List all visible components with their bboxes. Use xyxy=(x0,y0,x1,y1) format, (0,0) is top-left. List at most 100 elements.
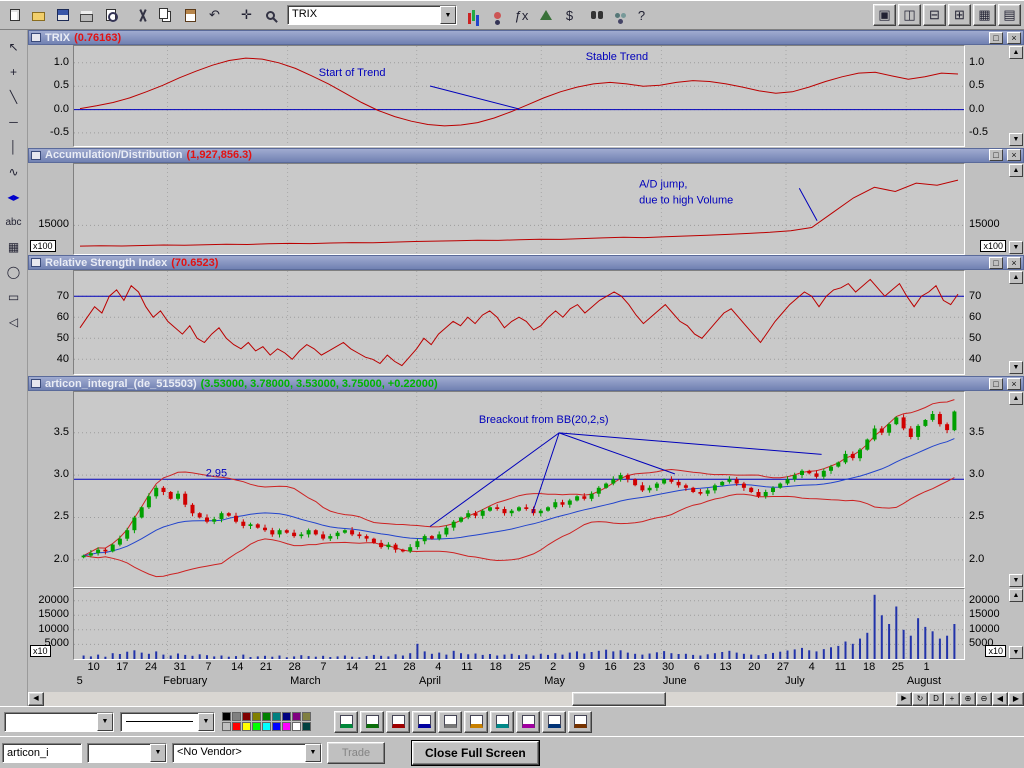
community-button[interactable] xyxy=(606,4,629,26)
zoom-in-button[interactable]: ⊕ xyxy=(960,692,976,706)
rectangle-tool[interactable]: ▭ xyxy=(2,286,26,308)
color-swatch[interactable] xyxy=(282,722,291,731)
tile-vertical-button[interactable]: ◫ xyxy=(898,4,921,26)
style-dropdown[interactable]: ▼ xyxy=(4,712,114,732)
pane-scroll-buttons[interactable]: ◂▸ xyxy=(2,186,26,208)
indicator-properties-button[interactable] xyxy=(462,4,485,26)
print-preview-button[interactable] xyxy=(99,4,122,26)
pane-scroll-down-button[interactable]: ▼ xyxy=(1009,646,1023,659)
copy-button[interactable] xyxy=(155,4,178,26)
notes-button[interactable] xyxy=(516,711,540,733)
pane-scroll-up-button[interactable]: ▲ xyxy=(1009,589,1023,602)
save-picture-button[interactable] xyxy=(438,711,462,733)
zoom-button[interactable] xyxy=(259,4,282,26)
zigzag-tool[interactable]: ∿ xyxy=(2,161,26,183)
color-swatch[interactable] xyxy=(302,712,311,721)
print-report-button[interactable] xyxy=(386,711,410,733)
pointer-tool[interactable]: ↖ xyxy=(2,36,26,58)
color-swatch[interactable] xyxy=(232,722,241,731)
indicator-dropdown[interactable]: TRIX ▼ xyxy=(287,5,457,25)
pane-scroll-down-button[interactable]: ▼ xyxy=(1009,133,1023,146)
line-style-dropdown[interactable]: ▼ xyxy=(120,712,215,732)
paste-button[interactable] xyxy=(179,4,202,26)
scrollbar-thumb[interactable] xyxy=(572,692,666,706)
ellipse-tool[interactable]: ◯ xyxy=(2,261,26,283)
chevron-down-icon[interactable]: ▼ xyxy=(198,713,214,731)
chevron-down-icon[interactable]: ▼ xyxy=(150,744,166,762)
color-swatch[interactable] xyxy=(292,712,301,721)
crosshair-mode-button[interactable]: + xyxy=(944,692,960,706)
color-swatch[interactable] xyxy=(242,712,251,721)
pane-scroll-down-button[interactable]: ▼ xyxy=(1009,574,1023,587)
pane-scroll-down-button[interactable]: ▼ xyxy=(1009,241,1023,254)
panel-close-button[interactable]: × xyxy=(1007,257,1021,269)
trix-chart[interactable]: Start of TrendStable Trend xyxy=(73,45,965,147)
color-swatch[interactable] xyxy=(272,722,281,731)
pane-scroll-up-button[interactable]: ▲ xyxy=(1009,46,1023,59)
close-full-screen-button[interactable]: Close Full Screen xyxy=(412,741,539,765)
panel-maximize-button[interactable]: □ xyxy=(989,378,1003,390)
color-swatch[interactable] xyxy=(222,722,231,731)
zoom-out-button[interactable]: ⊖ xyxy=(976,692,992,706)
price-chart[interactable]: 2.95Breackout from BB(20,2,s) xyxy=(73,391,965,588)
copy-chart-button[interactable] xyxy=(412,711,436,733)
interval-daily-button[interactable]: D xyxy=(928,692,944,706)
chevron-down-icon[interactable]: ▼ xyxy=(97,713,113,731)
publish-web-button[interactable] xyxy=(334,711,358,733)
save-button[interactable] xyxy=(51,4,74,26)
color-swatch[interactable] xyxy=(242,722,251,731)
pane-scroll-up-button[interactable]: ▲ xyxy=(1009,271,1023,284)
trade-button[interactable]: Trade xyxy=(327,742,385,764)
panel-maximize-button[interactable]: □ xyxy=(989,149,1003,161)
scroll-left-arrow[interactable]: ◀ xyxy=(28,692,44,706)
cascade-windows-button[interactable]: ▣ xyxy=(873,4,896,26)
panel-maximize-button[interactable]: □ xyxy=(989,257,1003,269)
dollar-button[interactable]: $ xyxy=(558,4,581,26)
page-right-button[interactable]: ▶ xyxy=(1008,692,1024,706)
period-dropdown[interactable]: ▼ xyxy=(87,743,167,763)
tile-grid-button[interactable]: ⊞ xyxy=(948,4,971,26)
new-window-button[interactable]: ▤ xyxy=(998,4,1021,26)
panel-price-titlebar[interactable]: articon_integral_(de_515503) (3.53000, 3… xyxy=(28,376,1024,391)
new-chart-button[interactable] xyxy=(3,4,26,26)
pane-scroll-up-button[interactable]: ▲ xyxy=(1009,392,1023,405)
scan-button[interactable] xyxy=(582,4,605,26)
panel-trix-titlebar[interactable]: TRIX (0.76163) □ × xyxy=(28,30,1024,45)
color-swatch[interactable] xyxy=(262,722,271,731)
print-button[interactable] xyxy=(75,4,98,26)
pan-button[interactable]: ✛ xyxy=(235,4,258,26)
scroll-right-arrow[interactable]: ▶ xyxy=(896,692,912,706)
rsi-chart[interactable] xyxy=(73,270,965,375)
vendor-dropdown[interactable]: <No Vendor> ▼ xyxy=(172,743,322,763)
panel-close-button[interactable]: × xyxy=(1007,149,1021,161)
function-button[interactable]: ƒx xyxy=(510,4,533,26)
color-swatch[interactable] xyxy=(292,722,301,731)
page-left-button[interactable]: ◀ xyxy=(992,692,1008,706)
tile-horizontal-button[interactable]: ⊟ xyxy=(923,4,946,26)
color-swatch[interactable] xyxy=(302,722,311,731)
symbol-input[interactable] xyxy=(2,743,82,763)
refresh-button[interactable]: ↻ xyxy=(912,692,928,706)
trend-button[interactable] xyxy=(534,4,557,26)
report-button[interactable] xyxy=(490,711,514,733)
panel-rsi-titlebar[interactable]: Relative Strength Index (70.6523) □ × xyxy=(28,255,1024,270)
pane-scroll-up-button[interactable]: ▲ xyxy=(1009,164,1023,177)
help-button[interactable]: ? xyxy=(630,4,653,26)
expert-advisor-button[interactable] xyxy=(486,4,509,26)
download-button[interactable] xyxy=(568,711,592,733)
arrange-icons-button[interactable]: ▦ xyxy=(973,4,996,26)
color-swatch[interactable] xyxy=(232,712,241,721)
trendline-tool[interactable]: ╲ xyxy=(2,86,26,108)
chevron-down-icon[interactable]: ▼ xyxy=(305,744,321,762)
color-swatch[interactable] xyxy=(252,712,261,721)
ad-chart[interactable]: A/D jump,due to high Volume xyxy=(73,163,965,255)
open-button[interactable] xyxy=(27,4,50,26)
panel-close-button[interactable]: × xyxy=(1007,378,1021,390)
vertical-line-tool[interactable]: │ xyxy=(2,136,26,158)
panel-ad-titlebar[interactable]: Accumulation/Distribution (1,927,856.3) … xyxy=(28,148,1024,163)
mail-chart-button[interactable] xyxy=(464,711,488,733)
horizontal-line-tool[interactable]: ─ xyxy=(2,111,26,133)
panel-close-button[interactable]: × xyxy=(1007,32,1021,44)
cut-button[interactable] xyxy=(131,4,154,26)
text-tool[interactable]: abc xyxy=(2,211,26,233)
